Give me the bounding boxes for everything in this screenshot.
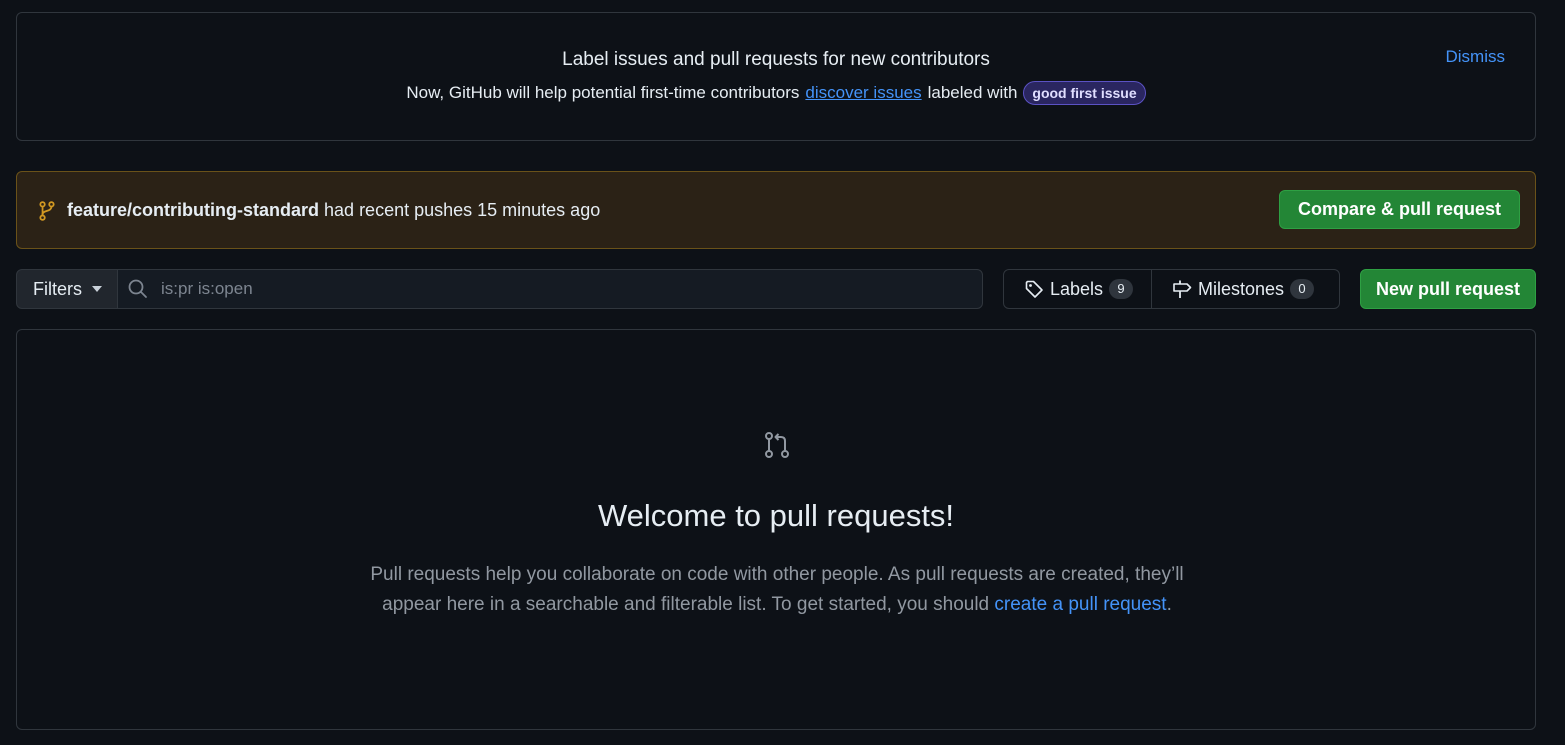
blankslate-title: Welcome to pull requests! [597,498,955,533]
labels-label: Labels [1050,278,1104,299]
milestones-count: 0 [1290,279,1315,299]
pull-requests-blankslate: Welcome to pull requests! Pull requests … [16,329,1536,730]
blankslate-desc-end: . [1166,594,1172,615]
search-icon [128,279,147,298]
blankslate-description: Pull requests help you collaborate on co… [347,560,1207,620]
recent-pushes-text: feature/contributing-standard had recent… [67,200,600,221]
blankslate-desc-line2: appear here in a searchable and filterab… [382,594,990,615]
filters-dropdown-button[interactable]: Filters [16,269,118,309]
filters-label: Filters [33,278,82,299]
new-pull-request-button[interactable]: New pull request [1360,269,1536,309]
labels-count: 9 [1109,279,1134,299]
create-pull-request-link[interactable]: create a pull request [994,594,1166,615]
banner-desc-text-after: labeled with [927,83,1018,102]
compare-pull-request-button[interactable]: Compare & pull request [1279,190,1520,229]
chevron-down-icon [92,286,102,292]
dismiss-link[interactable]: Dismiss [1446,47,1506,67]
banner-title: Label issues and pull requests for new c… [562,49,990,70]
banner-desc-text: Now, GitHub will help potential first-ti… [406,83,800,102]
banner-description: Now, GitHub will help potential first-ti… [17,81,1535,105]
git-branch-icon [39,201,55,221]
search-box[interactable] [117,269,983,309]
labels-button[interactable]: Labels 9 [1003,269,1152,309]
git-pull-request-icon [765,432,789,458]
search-input[interactable] [159,278,959,300]
tag-icon [1025,280,1043,298]
milestones-label: Milestones [1198,278,1285,299]
milestones-button[interactable]: Milestones 0 [1151,269,1340,309]
good-first-issue-label[interactable]: good first issue [1023,81,1146,105]
milestone-icon [1173,280,1192,298]
branch-name[interactable]: feature/contributing-standard [67,200,319,220]
blankslate-desc-line1: Pull requests help you collaborate on co… [370,564,1184,585]
new-contributors-banner: Label issues and pull requests for new c… [16,12,1536,141]
recent-pushes-message: had recent pushes 15 minutes ago [324,200,601,220]
discover-issues-link[interactable]: discover issues [805,83,921,103]
recent-pushes-banner: feature/contributing-standard had recent… [16,171,1536,249]
